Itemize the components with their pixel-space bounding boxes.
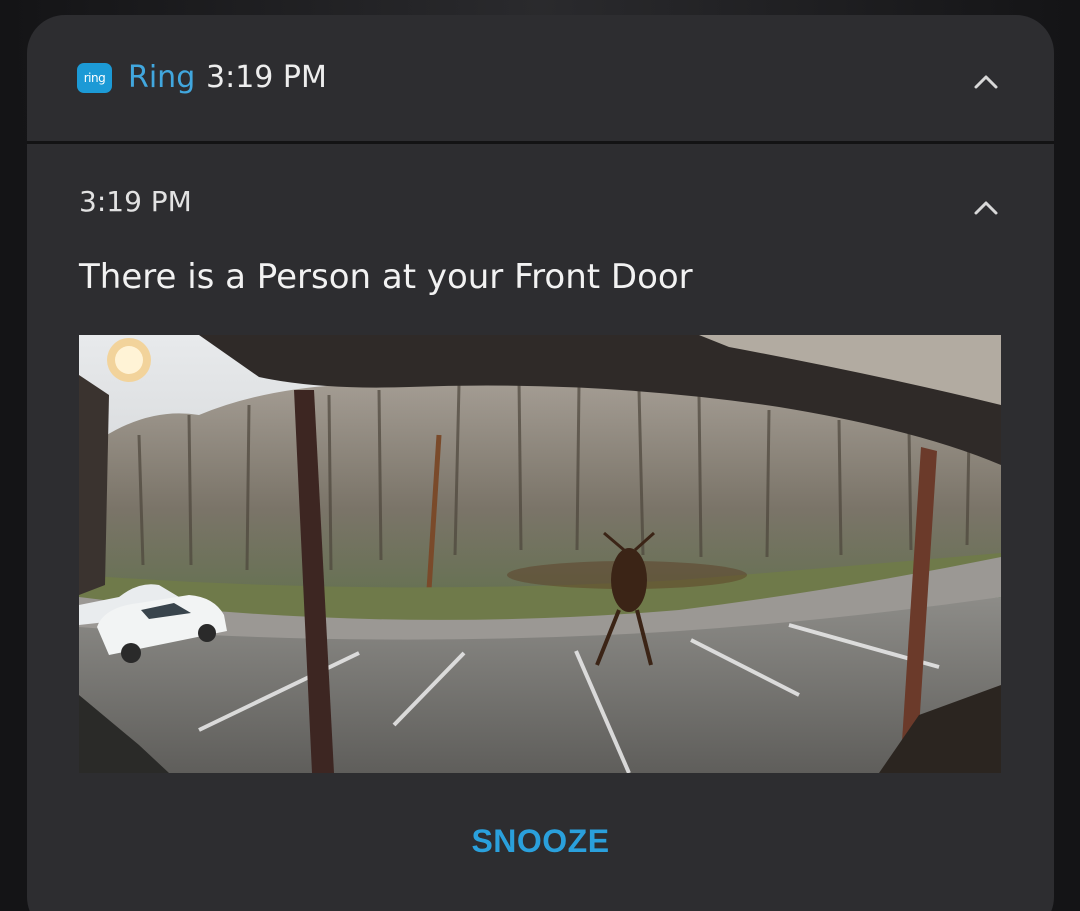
ring-app-icon: ring (77, 63, 112, 93)
snooze-button[interactable]: SNOOZE (27, 823, 1054, 860)
chevron-up-icon[interactable] (972, 71, 1000, 91)
action-bar: SNOOZE (27, 789, 1054, 911)
notification-screen: ring Ring 3:19 PM 3:19 PM There is a Per… (0, 0, 1080, 911)
chevron-up-icon[interactable] (972, 197, 1000, 217)
snapshot-scene (79, 335, 1001, 773)
app-header[interactable]: ring Ring 3:19 PM (27, 15, 1054, 141)
camera-snapshot-image[interactable] (79, 335, 1001, 773)
message-time: 3:19 PM (79, 185, 192, 218)
app-name: Ring (128, 60, 196, 95)
header-divider (27, 141, 1054, 144)
notification-card[interactable]: ring Ring 3:19 PM 3:19 PM There is a Per… (27, 15, 1054, 911)
app-time: 3:19 PM (206, 60, 327, 95)
message-text: There is a Person at your Front Door (79, 257, 693, 297)
